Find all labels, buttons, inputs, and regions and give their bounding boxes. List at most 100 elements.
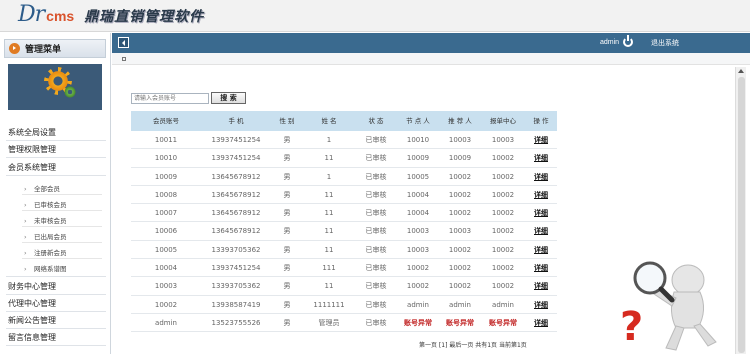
- sidebar-item-system-settings[interactable]: 系统全局设置: [8, 127, 56, 138]
- phone-cell: 13937451254: [211, 154, 261, 163]
- column-header: 状 态: [368, 117, 384, 125]
- detail-link[interactable]: 详细: [534, 173, 548, 181]
- phone-cell: 13523755526: [211, 318, 261, 327]
- action-cell[interactable]: 详细: [525, 296, 557, 313]
- current-user: admin: [600, 39, 620, 46]
- sidebar-subitem-approved[interactable]: › 已审核会员: [24, 199, 67, 209]
- status-cell: 已审核: [365, 264, 387, 273]
- mascot-illustration: ?: [620, 261, 717, 351]
- action-cell[interactable]: 详细: [525, 149, 557, 166]
- sidebar-subitem-out[interactable]: › 已出局会员: [24, 231, 67, 241]
- detail-link[interactable]: 详细: [534, 246, 548, 254]
- sidebar-subitem-network[interactable]: › 网络系谱图: [24, 263, 67, 273]
- logo-dr: Dr: [18, 2, 45, 27]
- detail-link[interactable]: 详细: [534, 191, 548, 199]
- gender-cell: 男: [283, 190, 291, 199]
- action-cell[interactable]: 详细: [525, 168, 557, 185]
- node-cell: 10003: [406, 245, 430, 254]
- sidebar-subitem-all-members[interactable]: › 全部会员: [24, 183, 60, 193]
- status-cell: 已审核: [365, 318, 387, 327]
- chevron-right-icon: ›: [24, 217, 27, 225]
- magnifier-icon: [633, 261, 675, 303]
- phone-cell: 13645678912: [211, 227, 261, 236]
- divider: [6, 175, 106, 176]
- action-cell[interactable]: 详细: [525, 186, 557, 203]
- phone-cell: 13645678912: [211, 209, 261, 218]
- sidebar-item-permissions[interactable]: 管理权限管理: [8, 144, 56, 155]
- action-cell[interactable]: 详细: [525, 277, 557, 294]
- detail-link[interactable]: 详细: [534, 136, 548, 144]
- name-cell: 管理员: [318, 318, 340, 327]
- referrer-cell: 10002: [448, 282, 472, 291]
- member-id-cell: 10008: [154, 190, 178, 199]
- sidebar-item-news[interactable]: 新闻公告管理: [8, 315, 56, 326]
- divider: [6, 140, 106, 141]
- action-cell[interactable]: 详细: [525, 222, 557, 239]
- table-body: 10011 13937451254 男 1 已审核 10010 10003 10003 详细 10…: [131, 131, 557, 333]
- action-cell[interactable]: 详细: [525, 241, 557, 258]
- action-cell[interactable]: 详细: [525, 314, 557, 331]
- detail-link[interactable]: 详细: [534, 227, 548, 235]
- table-row: 10008 13645678912 男 11 已审核 10004 10002 10002 详细: [131, 186, 557, 205]
- detail-link[interactable]: 详细: [534, 282, 548, 290]
- search-input[interactable]: [131, 93, 209, 104]
- divider: [22, 194, 102, 195]
- name-cell: 11: [324, 209, 334, 218]
- subitem-label: 未审核会员: [34, 217, 67, 225]
- divider: [22, 226, 102, 227]
- sidebar-item-member-system[interactable]: 会员系统管理: [8, 162, 56, 173]
- node-cell: 10004: [406, 190, 430, 199]
- divider: [6, 294, 106, 295]
- sidebar-item-agent[interactable]: 代理中心管理: [8, 298, 56, 309]
- action-cell[interactable]: 详细: [525, 259, 557, 276]
- column-header: 推 荐 人: [448, 117, 472, 125]
- node-cell: 10002: [406, 282, 430, 291]
- table-row: 10003 13393705362 男 11 已审核 10002 10002 10002 详细: [131, 277, 557, 296]
- gender-cell: 男: [283, 318, 291, 327]
- top-bar: admin 退出系统: [112, 33, 750, 53]
- table-header: 会员账号 手 机 性 别 姓 名 状 态 节 点 人 推 荐 人 报单中心 操 …: [131, 111, 557, 131]
- power-icon[interactable]: [623, 35, 633, 47]
- pagination[interactable]: 第一页 [1] 最后一页 共有1页 当前第1页: [419, 340, 527, 349]
- member-id-cell: 10009: [154, 172, 178, 181]
- detail-link[interactable]: 详细: [534, 301, 548, 309]
- divider: [22, 242, 102, 243]
- name-cell: 11: [324, 282, 334, 291]
- phone-cell: 13393705362: [211, 282, 261, 291]
- center-cell: 10002: [491, 245, 515, 254]
- status-cell: 已审核: [365, 227, 387, 236]
- action-cell[interactable]: 详细: [525, 131, 557, 148]
- referrer-cell: 10002: [448, 209, 472, 218]
- scroll-up-icon[interactable]: [738, 69, 744, 73]
- chevron-right-icon: ›: [24, 249, 27, 257]
- search-button[interactable]: 搜 索: [211, 92, 246, 104]
- center-cell: 10002: [491, 190, 515, 199]
- table-row: 10010 13937451254 男 11 已审核 10009 10009 10002 详细: [131, 149, 557, 168]
- scroll-thumb[interactable]: [738, 77, 745, 353]
- gender-cell: 男: [283, 154, 291, 163]
- sidebar-subitem-register[interactable]: › 注册新会员: [24, 247, 67, 257]
- sidebar-subitem-unapproved[interactable]: › 未审核会员: [24, 215, 67, 225]
- referrer-cell: 10002: [448, 264, 472, 273]
- column-header: 节 点 人: [406, 117, 430, 125]
- detail-link[interactable]: 详细: [534, 264, 548, 272]
- scrollbar[interactable]: [735, 67, 746, 354]
- collapse-sidebar-icon[interactable]: [118, 37, 129, 48]
- detail-link[interactable]: 详细: [534, 154, 548, 162]
- sidebar-item-finance[interactable]: 财务中心管理: [8, 281, 56, 292]
- name-cell: 11: [324, 154, 334, 163]
- member-id-cell: admin: [155, 318, 177, 327]
- phone-cell: 13937451254: [211, 264, 261, 273]
- column-header: 操 作: [533, 117, 549, 125]
- detail-link[interactable]: 详细: [534, 209, 548, 217]
- center-cell: 10002: [491, 227, 515, 236]
- logout-link[interactable]: 退出系统: [651, 38, 679, 48]
- referrer-cell: admin: [449, 300, 471, 309]
- action-cell[interactable]: 详细: [525, 204, 557, 221]
- gender-cell: 男: [283, 172, 291, 181]
- detail-link[interactable]: 详细: [534, 319, 548, 327]
- gender-cell: 男: [283, 227, 291, 236]
- sidebar-item-messages[interactable]: 留言信息管理: [8, 332, 56, 343]
- status-cell: 已审核: [365, 245, 387, 254]
- member-id-cell: 10003: [154, 282, 178, 291]
